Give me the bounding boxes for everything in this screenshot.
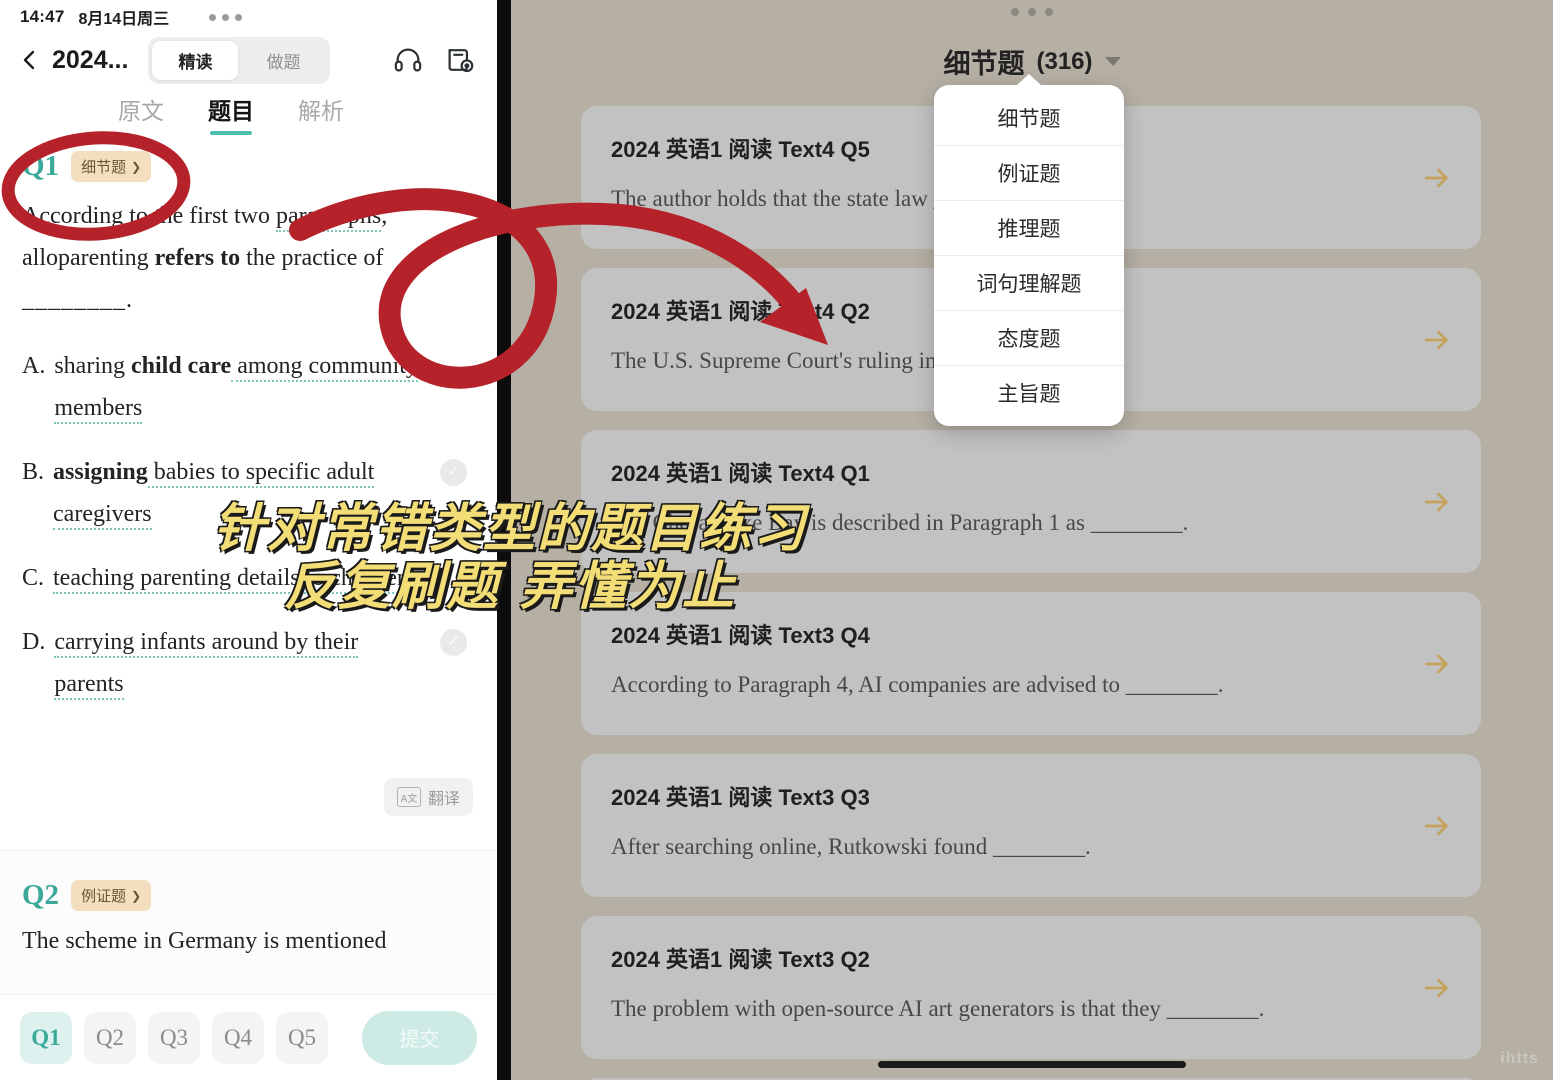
question-pill-q4[interactable]: Q4 bbox=[212, 1011, 264, 1064]
watermark: ihtts bbox=[1500, 1050, 1539, 1067]
tab-questions[interactable]: 题目 bbox=[208, 92, 254, 135]
more-dots-icon bbox=[209, 13, 243, 21]
content-tabs: 原文 题目 解析 bbox=[0, 92, 497, 144]
card-title: 2024 英语1 阅读 Text3 Q4 bbox=[611, 623, 870, 648]
dropdown-item-attitude[interactable]: 态度题 bbox=[934, 310, 1124, 365]
caption-line-1: 针对常错类型的题目练习 bbox=[212, 499, 807, 559]
arrow-right-icon[interactable] bbox=[1421, 324, 1453, 356]
dropdown-item-inference[interactable]: 推理题 bbox=[934, 200, 1124, 255]
card-title: 2024 英语1 阅读 Text4 Q1 bbox=[611, 461, 870, 486]
chevron-right-icon: ❯ bbox=[131, 888, 142, 903]
status-bar-time: 14:47 bbox=[20, 7, 65, 26]
question-2-type-label: 例证题 bbox=[81, 888, 127, 905]
question-2-stem: The scheme in Germany is mentioned bbox=[22, 928, 387, 954]
stem-bold-phrase: refers to bbox=[154, 245, 241, 271]
check-circle-icon[interactable]: ✓ bbox=[440, 459, 467, 486]
stem-text-1: According to the first two bbox=[22, 203, 276, 229]
card-body: The problem with open-source AI art gene… bbox=[611, 996, 1265, 1021]
option-letter: A. bbox=[22, 353, 46, 379]
status-bar-date: 8月14日周三 bbox=[78, 11, 170, 28]
question-pill-q2[interactable]: Q2 bbox=[84, 1011, 136, 1064]
option-text-bold: assigning bbox=[53, 459, 148, 485]
chevron-right-icon: ❯ bbox=[131, 159, 142, 174]
card-body: According to Paragraph 4, AI companies a… bbox=[611, 672, 1224, 697]
question-nav-bar: Q1 Q2 Q3 Q4 Q5 提交 bbox=[0, 994, 497, 1080]
stem-underlined-word: paragraphs bbox=[275, 203, 382, 232]
question-type-badge[interactable]: 细节题 ❯ bbox=[71, 151, 152, 182]
dropdown-item-detail[interactable]: 细节题 bbox=[934, 91, 1124, 145]
option-text-bold: child care bbox=[131, 353, 232, 379]
option-text-pre: sharing bbox=[54, 353, 131, 379]
submit-button[interactable]: 提交 bbox=[362, 1010, 477, 1065]
option-d[interactable]: D. carrying infants around by their pare… bbox=[22, 621, 475, 705]
question-pill-q3[interactable]: Q3 bbox=[148, 1011, 200, 1064]
arrow-right-icon[interactable] bbox=[1421, 972, 1453, 1004]
headphones-icon[interactable] bbox=[393, 45, 423, 75]
dropdown-item-word-sentence[interactable]: 词句理解题 bbox=[934, 255, 1124, 310]
arrow-right-icon[interactable] bbox=[1421, 648, 1453, 680]
card-title: 2024 英语1 阅读 Text3 Q3 bbox=[611, 785, 870, 810]
translate-button[interactable]: A文 翻译 bbox=[383, 778, 473, 816]
mode-segmented-control: 精读 做题 bbox=[148, 36, 331, 84]
question-card[interactable]: 2024 英语1 阅读 Text3 Q2 The problem with op… bbox=[581, 916, 1481, 1059]
status-bar: 14:47 8月14日周三 bbox=[0, 0, 497, 34]
more-dots-icon bbox=[511, 8, 1553, 16]
video-caption-overlay: 针对常错类型的题目练习 反复刷题 弄懂为止 bbox=[0, 499, 1020, 618]
check-circle-icon[interactable]: ✓ bbox=[440, 629, 467, 656]
arrow-right-icon[interactable] bbox=[1421, 162, 1453, 194]
header-icon-group bbox=[393, 45, 479, 75]
question-pill-q1[interactable]: Q1 bbox=[20, 1011, 72, 1064]
question-2-number: Q2 bbox=[22, 879, 60, 911]
stem-blank: ________. bbox=[22, 287, 133, 313]
back-chevron-icon[interactable] bbox=[18, 48, 42, 72]
question-2-header: Q2 例证题 ❯ bbox=[22, 879, 475, 912]
caption-line-2: 反复刷题 弄懂为止 bbox=[283, 557, 737, 618]
tab-analysis[interactable]: 解析 bbox=[298, 92, 344, 135]
option-a[interactable]: A. sharing child care among community me… bbox=[22, 345, 475, 429]
question-stem: According to the first two paragraphs, a… bbox=[22, 195, 475, 321]
question-2-block[interactable]: Q2 例证题 ❯ The scheme in Germany is mentio… bbox=[0, 850, 497, 994]
translate-icon: A文 bbox=[396, 787, 421, 807]
dropdown-item-example[interactable]: 例证题 bbox=[934, 145, 1124, 200]
question-pill-q5[interactable]: Q5 bbox=[276, 1011, 328, 1064]
tab-original-text[interactable]: 原文 bbox=[118, 92, 164, 135]
segment-practice[interactable]: 做题 bbox=[240, 41, 326, 80]
left-panel-header: 2024... 精读 做题 bbox=[0, 32, 497, 88]
option-letter: D. bbox=[22, 629, 46, 655]
option-text-pre: carrying infants around by their parents bbox=[54, 629, 359, 700]
question-card[interactable]: 2024 英语1 阅读 Text3 Q3 After searching onl… bbox=[581, 754, 1481, 897]
question-header: Q1 细节题 ❯ bbox=[22, 150, 475, 183]
home-indicator bbox=[878, 1061, 1186, 1068]
question-type-dropdown: 细节题 例证题 推理题 词句理解题 态度题 主旨题 bbox=[934, 85, 1124, 426]
right-panel-title: 细节题 bbox=[943, 49, 1025, 79]
app-screen: 14:47 8月14日周三 2024... 精读 做题 原文 题目 解析 Q1 … bbox=[0, 0, 1553, 1080]
segment-intensive-reading[interactable]: 精读 bbox=[152, 40, 239, 80]
question-type-label: 细节题 bbox=[81, 159, 127, 176]
card-title: 2024 英语1 阅读 Text3 Q2 bbox=[611, 947, 870, 972]
card-body: After searching online, Rutkowski found … bbox=[611, 834, 1091, 859]
translate-label: 翻译 bbox=[427, 791, 460, 808]
stem-text-3: the practice of bbox=[240, 245, 384, 271]
question-2-type-badge[interactable]: 例证题 ❯ bbox=[71, 880, 152, 911]
dropdown-item-main-idea[interactable]: 主旨题 bbox=[934, 365, 1124, 420]
question-number: Q1 bbox=[22, 150, 60, 182]
arrow-right-icon[interactable] bbox=[1421, 810, 1453, 842]
chevron-down-icon[interactable] bbox=[1104, 57, 1121, 66]
note-settings-icon[interactable] bbox=[445, 45, 475, 75]
arrow-right-icon[interactable] bbox=[1421, 486, 1453, 518]
right-panel-count: (316) bbox=[1036, 47, 1093, 75]
page-title: 2024... bbox=[52, 45, 129, 74]
